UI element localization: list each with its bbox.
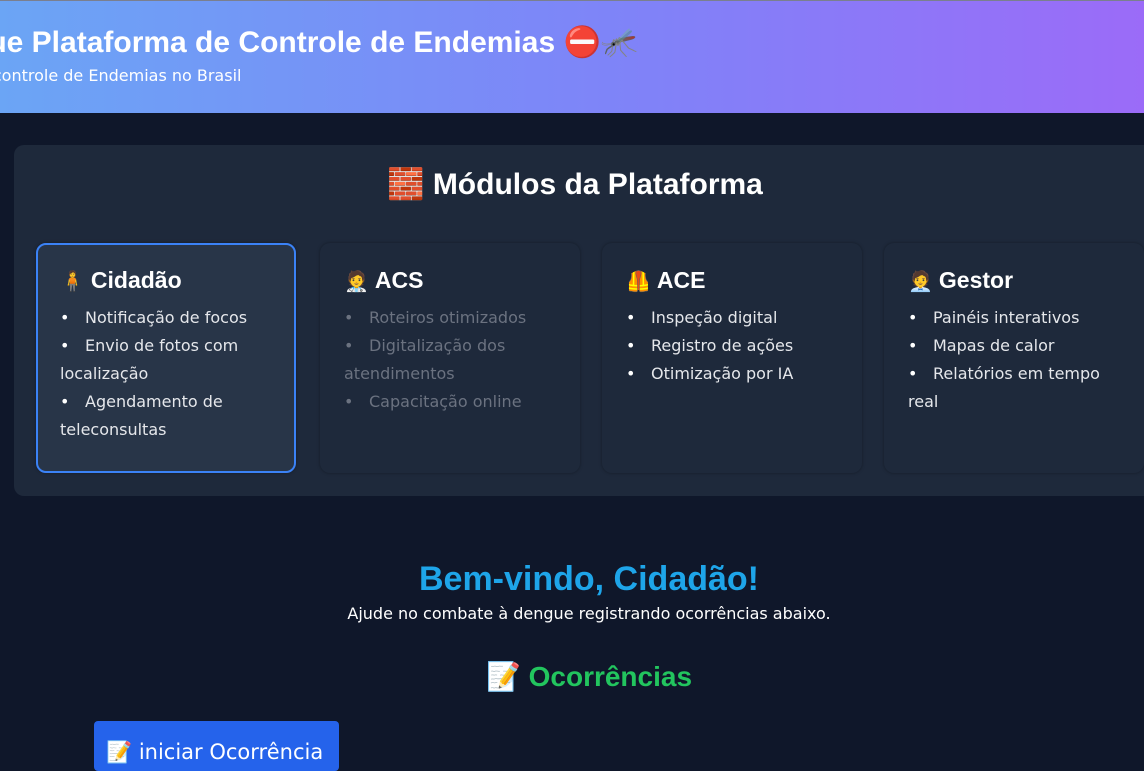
module-feature: Notificação de focos: [60, 304, 282, 332]
welcome-subtitle: Ajude no combate à dengue registrando oc…: [347, 604, 831, 623]
module-card-label: ACS: [374, 267, 424, 293]
module-feature: Relatórios em tempo real: [908, 360, 1130, 416]
module-feature-list: Notificação de focos Envio de fotos com …: [60, 304, 282, 444]
module-card-label: Cidadão: [90, 267, 182, 293]
modules-panel: 🧱 Módulos da Plataforma 🧍Cidadão Notific…: [14, 145, 1144, 496]
module-feature: Mapas de calor: [908, 332, 1130, 360]
modules-title: 🧱 Módulos da Plataforma: [387, 168, 763, 201]
module-card-title: 🦺 ACE: [626, 267, 848, 294]
module-card-acs[interactable]: 🧑‍⚕️ACS Roteiros otimizados Digitalizaçã…: [320, 243, 580, 473]
module-feature: Roteiros otimizados: [344, 304, 566, 332]
person-standing-icon: 🧍: [60, 271, 85, 293]
module-feature: Otimização por IA: [626, 360, 848, 388]
module-feature: Registro de ações: [626, 332, 848, 360]
module-card-title: 🧑‍💼 Gestor: [908, 267, 1130, 294]
module-feature: Digitalização dos atendimentos: [344, 332, 566, 388]
module-feature: Capacitação online: [344, 388, 566, 416]
module-card-title: 🧑‍⚕️ ACS: [344, 267, 566, 294]
module-card-label: Gestor: [938, 267, 1014, 293]
module-card-gestor[interactable]: 🧑‍💼Gestor Painéis interativos Mapas de c…: [884, 243, 1144, 473]
module-feature: Agendamento de teleconsultas: [60, 388, 282, 444]
module-feature: Painéis interativos: [908, 304, 1130, 332]
occurrences-title: 📝 Ocorrências: [485, 661, 693, 692]
health-worker-icon: 🧑‍⚕️: [344, 271, 369, 293]
module-feature-list: Painéis interativos Mapas de calor Relat…: [908, 304, 1130, 416]
office-worker-icon: 🧑‍💼: [908, 271, 933, 293]
module-feature-list: Roteiros otimizados Digitalização dos at…: [344, 304, 566, 416]
safety-vest-icon: 🦺: [626, 271, 651, 293]
module-card-cidadao[interactable]: 🧍Cidadão Notificação de focos Envio de f…: [36, 243, 296, 473]
app-subtitle: o controle de Endemias no Brasil: [0, 66, 242, 85]
app-title: gue Plataforma de Controle de Endemias ⛔…: [0, 26, 639, 59]
welcome-title: Bem-vindo, Cidadão!: [418, 560, 760, 598]
module-feature-list: Inspeção digital Registro de ações Otimi…: [626, 304, 848, 388]
module-feature: Inspeção digital: [626, 304, 848, 332]
module-card-ace[interactable]: 🦺ACE Inspeção digital Registro de ações …: [602, 243, 862, 473]
module-card-title: 🧍 Cidadão: [60, 267, 282, 294]
module-feature: Envio de fotos com localização: [60, 332, 282, 388]
start-occurrence-button[interactable]: 📝 iniciar Ocorrência: [94, 721, 339, 771]
app-header: gue Plataforma de Controle de Endemias ⛔…: [0, 0, 1144, 113]
module-card-label: ACE: [656, 267, 706, 293]
